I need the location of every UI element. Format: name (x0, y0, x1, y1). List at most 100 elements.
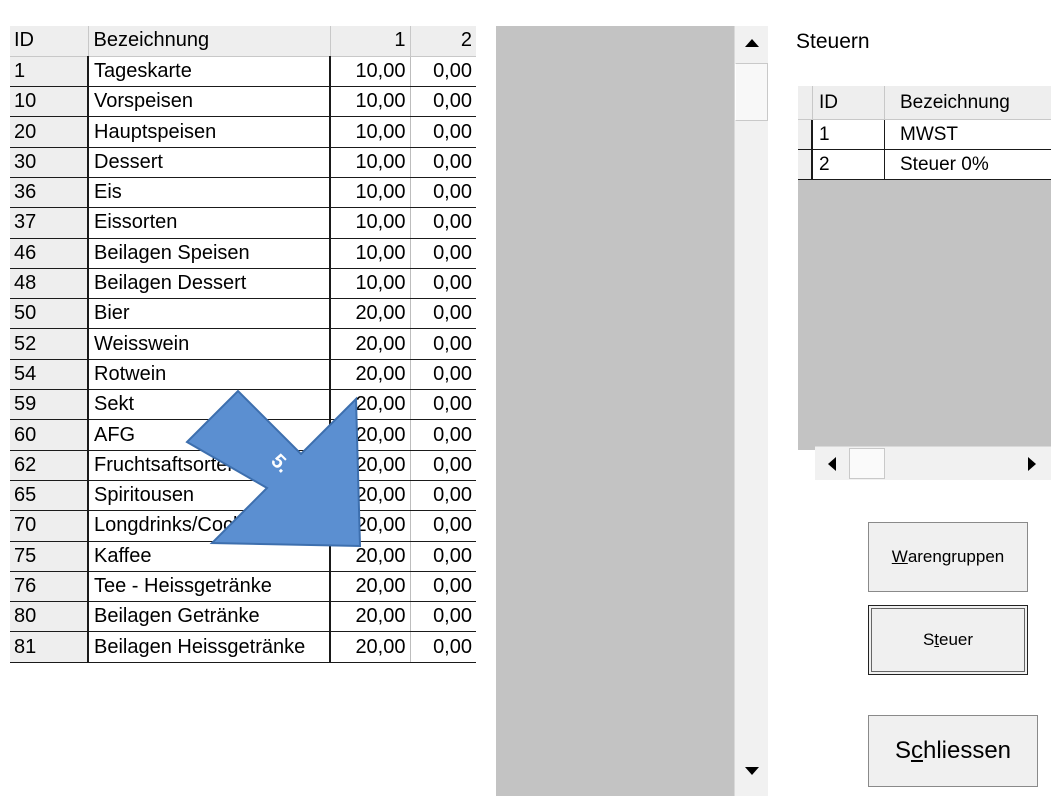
cell-tax-1[interactable]: 10,00 (330, 116, 411, 148)
cell-tax-2[interactable]: 0,00 (410, 147, 476, 178)
cell-bezeichnung[interactable]: Beilagen Heissgetränke (88, 631, 331, 663)
cell-id[interactable]: 59 (10, 389, 89, 421)
cell-bezeichnung[interactable]: Spiritousen (88, 480, 331, 512)
table-row[interactable]: 52 Weisswein 20,00 0,00 (10, 328, 476, 360)
cell-tax-2[interactable]: 0,00 (410, 480, 476, 512)
cell-bezeichnung[interactable]: Bier (88, 298, 331, 330)
cell-bezeichnung[interactable]: Tee - Heissgetränke (88, 571, 331, 603)
table-row[interactable]: 65 Spiritousen 20,00 0,00 (10, 480, 476, 512)
cell-tax-2[interactable]: 0,00 (410, 571, 476, 603)
cell-bezeichnung[interactable]: Rotwein (88, 359, 331, 391)
header-tax-1[interactable]: 1 (330, 26, 411, 57)
steuern-cell-bezeichnung[interactable]: MWST (886, 120, 1051, 149)
cell-tax-2[interactable]: 0,00 (410, 116, 476, 148)
cell-id[interactable]: 46 (10, 238, 89, 269)
cell-tax-2[interactable]: 0,00 (410, 631, 476, 663)
steuern-header-id[interactable]: ID (815, 86, 885, 119)
steuern-row[interactable]: 2 Steuer 0% (798, 150, 1051, 180)
cell-bezeichnung[interactable]: AFG (88, 419, 331, 451)
cell-tax-1[interactable]: 10,00 (330, 177, 411, 209)
cell-tax-2[interactable]: 0,00 (410, 541, 476, 572)
table-row[interactable]: 75 Kaffee 20,00 0,00 (10, 541, 476, 572)
cell-id[interactable]: 65 (10, 480, 89, 512)
cell-tax-1[interactable]: 10,00 (330, 56, 411, 88)
cell-bezeichnung[interactable]: Dessert (88, 147, 331, 178)
cell-tax-1[interactable]: 20,00 (330, 510, 411, 542)
cell-tax-2[interactable]: 0,00 (410, 268, 476, 300)
cell-id[interactable]: 30 (10, 147, 89, 178)
cell-bezeichnung[interactable]: Sekt (88, 389, 331, 421)
cell-tax-2[interactable]: 0,00 (410, 389, 476, 421)
steuern-cell-id[interactable]: 2 (815, 150, 885, 179)
table-row[interactable]: 60 AFG 20,00 0,00 (10, 419, 476, 451)
table-row[interactable]: 59 Sekt 20,00 0,00 (10, 389, 476, 421)
steuern-cell-bezeichnung[interactable]: Steuer 0% (886, 150, 1051, 179)
header-id[interactable]: ID (10, 26, 89, 57)
cell-tax-1[interactable]: 20,00 (330, 389, 411, 421)
cell-tax-1[interactable]: 20,00 (330, 541, 411, 572)
steuern-cell-id[interactable]: 1 (815, 120, 885, 149)
table-row[interactable]: 80 Beilagen Getränke 20,00 0,00 (10, 601, 476, 633)
cell-bezeichnung[interactable]: Kaffee (88, 541, 331, 572)
cell-tax-1[interactable]: 20,00 (330, 601, 411, 633)
steuern-horizontal-scrollbar[interactable] (815, 446, 1051, 480)
horizontal-scroll-thumb[interactable] (849, 448, 885, 479)
scroll-left-button[interactable] (815, 447, 849, 480)
scroll-up-button[interactable] (735, 26, 768, 60)
header-tax-2[interactable]: 2 (410, 26, 476, 57)
cell-id[interactable]: 20 (10, 116, 89, 148)
cell-tax-1[interactable]: 10,00 (330, 86, 411, 118)
cell-tax-1[interactable]: 20,00 (330, 359, 411, 391)
schliessen-button[interactable]: Sc hliessen (868, 715, 1038, 787)
cell-id[interactable]: 37 (10, 207, 89, 239)
cell-tax-1[interactable]: 10,00 (330, 238, 411, 269)
cell-tax-2[interactable]: 0,00 (410, 328, 476, 360)
cell-id[interactable]: 48 (10, 268, 89, 300)
cell-id[interactable]: 1 (10, 56, 89, 88)
warengruppen-grid[interactable]: ID Bezeichnung 1 2 1 Tageskarte 10,00 0,00 1… (10, 26, 496, 796)
cell-id[interactable]: 76 (10, 571, 89, 603)
cell-bezeichnung[interactable]: Fruchtsaftsorten (88, 450, 331, 481)
cell-tax-2[interactable]: 0,00 (410, 177, 476, 209)
cell-tax-1[interactable]: 10,00 (330, 207, 411, 239)
cell-tax-2[interactable]: 0,00 (410, 359, 476, 391)
table-row[interactable]: 54 Rotwein 20,00 0,00 (10, 359, 476, 391)
cell-id[interactable]: 60 (10, 419, 89, 451)
cell-tax-1[interactable]: 20,00 (330, 631, 411, 663)
scroll-down-button[interactable] (735, 754, 768, 788)
table-row[interactable]: 30 Dessert 10,00 0,00 (10, 147, 476, 178)
cell-bezeichnung[interactable]: Eis (88, 177, 331, 209)
table-row[interactable]: 1 Tageskarte 10,00 0,00 (10, 56, 476, 88)
table-row[interactable]: 81 Beilagen Heissgetränke 20,00 0,00 (10, 631, 476, 663)
row-selector[interactable] (798, 120, 813, 149)
header-bezeichnung[interactable]: Bezeichnung (88, 26, 331, 57)
cell-id[interactable]: 36 (10, 177, 89, 209)
cell-tax-2[interactable]: 0,00 (410, 510, 476, 542)
cell-tax-2[interactable]: 0,00 (410, 298, 476, 330)
cell-bezeichnung[interactable]: Longdrinks/Cocktails (88, 510, 331, 542)
cell-tax-2[interactable]: 0,00 (410, 86, 476, 118)
cell-id[interactable]: 52 (10, 328, 89, 360)
row-selector[interactable] (798, 150, 813, 179)
cell-bezeichnung[interactable]: Tageskarte (88, 56, 331, 88)
cell-tax-1[interactable]: 20,00 (330, 298, 411, 330)
cell-bezeichnung[interactable]: Eissorten (88, 207, 331, 239)
cell-tax-2[interactable]: 0,00 (410, 238, 476, 269)
scroll-thumb[interactable] (735, 63, 768, 121)
table-row[interactable]: 37 Eissorten 10,00 0,00 (10, 207, 476, 239)
cell-id[interactable]: 54 (10, 359, 89, 391)
warengruppen-button[interactable]: Warengruppen (868, 522, 1028, 592)
cell-tax-2[interactable]: 0,00 (410, 419, 476, 451)
cell-tax-2[interactable]: 0,00 (410, 601, 476, 633)
table-row[interactable]: 50 Bier 20,00 0,00 (10, 298, 476, 330)
cell-id[interactable]: 80 (10, 601, 89, 633)
cell-tax-2[interactable]: 0,00 (410, 450, 476, 481)
table-row[interactable]: 20 Hauptspeisen 10,00 0,00 (10, 116, 476, 148)
cell-bezeichnung[interactable]: Weisswein (88, 328, 331, 360)
table-row[interactable]: 36 Eis 10,00 0,00 (10, 177, 476, 209)
table-row[interactable]: 46 Beilagen Speisen 10,00 0,00 (10, 238, 476, 269)
cell-id[interactable]: 50 (10, 298, 89, 330)
grid-vertical-scrollbar[interactable] (734, 26, 768, 796)
cell-tax-2[interactable]: 0,00 (410, 56, 476, 88)
cell-id[interactable]: 10 (10, 86, 89, 118)
